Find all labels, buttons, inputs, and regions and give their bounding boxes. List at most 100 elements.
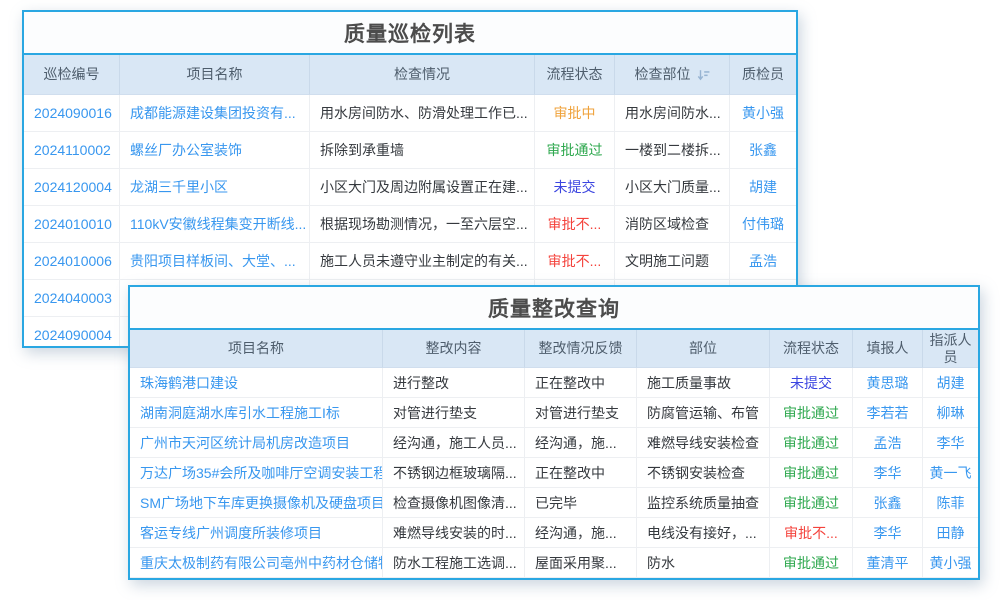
- inspection-code-link[interactable]: 2024010006: [24, 243, 120, 280]
- table-row[interactable]: 2024120004 龙湖三千里小区 小区大门及周边附属设置正在建... 未提交…: [24, 169, 796, 206]
- status-badge: 审批通过: [535, 132, 615, 169]
- table-row[interactable]: 珠海鹤港口建设 进行整改 正在整改中 施工质量事故 未提交 黄思璐 胡建: [130, 368, 978, 398]
- table-row[interactable]: 重庆太极制药有限公司亳州中药材仓储物流 防水工程施工选调... 屋面采用聚...…: [130, 548, 978, 578]
- inspector-link[interactable]: 胡建: [730, 169, 796, 206]
- inspection-code-link[interactable]: 2024120004: [24, 169, 120, 206]
- inspection-code-link[interactable]: 2024090004: [24, 317, 120, 348]
- table-row[interactable]: 2024010006 贵阳项目样板间、大堂、... 施工人员未遵守业主制定的有关…: [24, 243, 796, 280]
- assignee-link[interactable]: 黄一飞: [923, 458, 978, 488]
- inspection-code-link[interactable]: 2024040003: [24, 280, 120, 317]
- table-row[interactable]: 万达广场35#会所及咖啡厅空调安装工程 不锈钢边框玻璃隔... 正在整改中 不锈…: [130, 458, 978, 488]
- assignee-link[interactable]: 李华: [923, 428, 978, 458]
- situation-cell: 施工人员未遵守业主制定的有关...: [310, 243, 535, 280]
- inspector-link[interactable]: 张鑫: [730, 132, 796, 169]
- part-cell: 防腐管运输、布管: [637, 398, 770, 428]
- reporter-link[interactable]: 黄思璐: [853, 368, 923, 398]
- status-badge: 审批不...: [535, 243, 615, 280]
- feedback-cell: 正在整改中: [525, 368, 637, 398]
- sort-icon[interactable]: [697, 69, 710, 81]
- content-cell: 检查摄像机图像清...: [383, 488, 525, 518]
- status-badge: 审批不...: [770, 518, 853, 548]
- status-badge: 未提交: [535, 169, 615, 206]
- status-badge: 审批通过: [770, 428, 853, 458]
- inspection-list-title: 质量巡检列表: [24, 12, 796, 55]
- reporter-link[interactable]: 李若若: [853, 398, 923, 428]
- inspector-link[interactable]: 孟浩: [730, 243, 796, 280]
- col-header-project: 项目名称: [120, 55, 310, 95]
- reporter-link[interactable]: 李华: [853, 518, 923, 548]
- status-badge: 审批通过: [770, 458, 853, 488]
- feedback-cell: 对管进行垫支: [525, 398, 637, 428]
- col-header-situation: 检查情况: [310, 55, 535, 95]
- inspection-code-link[interactable]: 2024090016: [24, 95, 120, 132]
- inspection-table-header: 巡检编号 项目名称 检查情况 流程状态 检查部位 质检员: [24, 55, 796, 95]
- reporter-link[interactable]: 董清平: [853, 548, 923, 578]
- content-cell: 防水工程施工选调...: [383, 548, 525, 578]
- project-name-link[interactable]: SM广场地下车库更换摄像机及硬盘项目: [130, 488, 383, 518]
- inspector-link[interactable]: 付伟璐: [730, 206, 796, 243]
- status-badge: 审批通过: [770, 488, 853, 518]
- content-cell: 难燃导线安装的时...: [383, 518, 525, 548]
- project-name-link[interactable]: 龙湖三千里小区: [120, 169, 310, 206]
- table-row[interactable]: 2024110002 螺丝厂办公室装饰 拆除到承重墙 审批通过 一楼到二楼拆..…: [24, 132, 796, 169]
- assignee-link[interactable]: 田静: [923, 518, 978, 548]
- table-row[interactable]: 湖南洞庭湖水库引水工程施工I标 对管进行垫支 对管进行垫支 防腐管运输、布管 审…: [130, 398, 978, 428]
- col-header-status: 流程状态: [770, 330, 853, 368]
- content-cell: 对管进行垫支: [383, 398, 525, 428]
- part-cell: 难燃导线安装检查: [637, 428, 770, 458]
- rectification-table-header: 项目名称 整改内容 整改情况反馈 部位 流程状态 填报人 指派人员: [130, 330, 978, 368]
- assignee-link[interactable]: 陈菲: [923, 488, 978, 518]
- feedback-cell: 已完毕: [525, 488, 637, 518]
- status-badge: 审批通过: [770, 548, 853, 578]
- project-name-link[interactable]: 万达广场35#会所及咖啡厅空调安装工程: [130, 458, 383, 488]
- part-cell: 一楼到二楼拆...: [615, 132, 730, 169]
- project-name-link[interactable]: 贵阳项目样板间、大堂、...: [120, 243, 310, 280]
- col-header-reporter: 填报人: [853, 330, 923, 368]
- part-cell: 不锈钢安装检查: [637, 458, 770, 488]
- reporter-link[interactable]: 李华: [853, 458, 923, 488]
- col-header-code: 巡检编号: [24, 55, 120, 95]
- inspector-link[interactable]: 黄小强: [730, 95, 796, 132]
- assignee-link[interactable]: 胡建: [923, 368, 978, 398]
- col-header-part: 部位: [637, 330, 770, 368]
- project-name-link[interactable]: 成都能源建设集团投资有...: [120, 95, 310, 132]
- table-row[interactable]: 2024010010 110kV安徽线程集变开断线... 根据现场勘测情况，一至…: [24, 206, 796, 243]
- situation-cell: 用水房间防水、防滑处理工作已...: [310, 95, 535, 132]
- project-name-link[interactable]: 珠海鹤港口建设: [130, 368, 383, 398]
- part-cell: 施工质量事故: [637, 368, 770, 398]
- status-badge: 审批不...: [535, 206, 615, 243]
- inspection-code-link[interactable]: 2024110002: [24, 132, 120, 169]
- table-row[interactable]: 广州市天河区统计局机房改造项目 经沟通，施工人员... 经沟通，施... 难燃导…: [130, 428, 978, 458]
- project-name-link[interactable]: 客运专线广州调度所装修项目: [130, 518, 383, 548]
- content-cell: 进行整改: [383, 368, 525, 398]
- rectification-query-title: 质量整改查询: [130, 287, 978, 330]
- rectification-query-window: 质量整改查询 项目名称 整改内容 整改情况反馈 部位 流程状态 填报人 指派人员…: [128, 285, 980, 580]
- table-row[interactable]: 2024090016 成都能源建设集团投资有... 用水房间防水、防滑处理工作已…: [24, 95, 796, 132]
- col-header-inspector: 质检员: [730, 55, 796, 95]
- reporter-link[interactable]: 张鑫: [853, 488, 923, 518]
- project-name-link[interactable]: 110kV安徽线程集变开断线...: [120, 206, 310, 243]
- table-row[interactable]: SM广场地下车库更换摄像机及硬盘项目 检查摄像机图像清... 已完毕 监控系统质…: [130, 488, 978, 518]
- status-badge: 审批通过: [770, 398, 853, 428]
- col-header-part-sortable[interactable]: 检查部位: [615, 55, 730, 95]
- assignee-link[interactable]: 黄小强: [923, 548, 978, 578]
- project-name-link[interactable]: 湖南洞庭湖水库引水工程施工I标: [130, 398, 383, 428]
- status-badge: 未提交: [770, 368, 853, 398]
- table-row[interactable]: 客运专线广州调度所装修项目 难燃导线安装的时... 经沟通，施... 电线没有接…: [130, 518, 978, 548]
- part-cell: 消防区域检查: [615, 206, 730, 243]
- feedback-cell: 经沟通，施...: [525, 428, 637, 458]
- project-name-link[interactable]: 重庆太极制药有限公司亳州中药材仓储物流: [130, 548, 383, 578]
- situation-cell: 根据现场勘测情况，一至六层空...: [310, 206, 535, 243]
- project-name-link[interactable]: 螺丝厂办公室装饰: [120, 132, 310, 169]
- col-header-feedback: 整改情况反馈: [525, 330, 637, 368]
- part-cell: 防水: [637, 548, 770, 578]
- inspection-code-link[interactable]: 2024010010: [24, 206, 120, 243]
- status-badge: 审批中: [535, 95, 615, 132]
- part-cell: 文明施工问题: [615, 243, 730, 280]
- project-name-link[interactable]: 广州市天河区统计局机房改造项目: [130, 428, 383, 458]
- assignee-link[interactable]: 柳琳: [923, 398, 978, 428]
- col-header-project: 项目名称: [130, 330, 383, 368]
- reporter-link[interactable]: 孟浩: [853, 428, 923, 458]
- col-header-content: 整改内容: [383, 330, 525, 368]
- feedback-cell: 经沟通，施...: [525, 518, 637, 548]
